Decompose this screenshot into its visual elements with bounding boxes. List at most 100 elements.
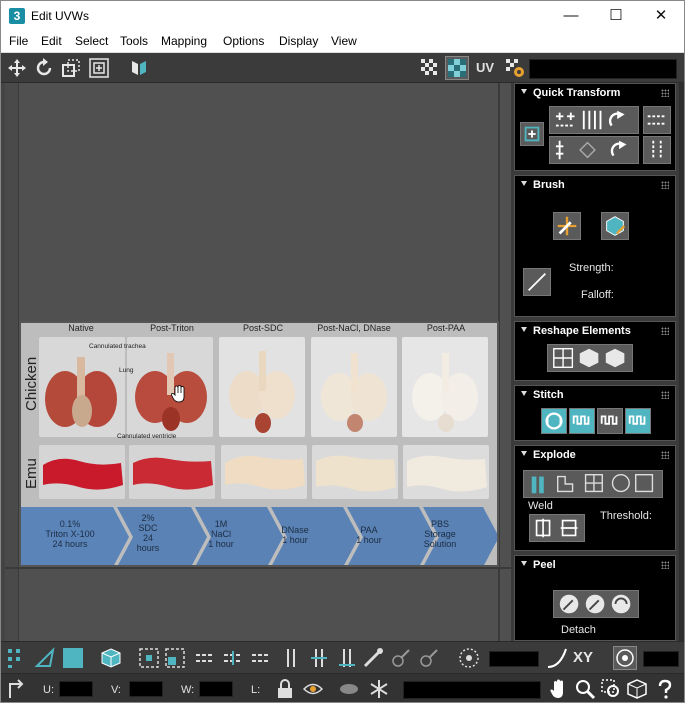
menu-tools[interactable]: Tools [120, 34, 148, 48]
process-step: PBS Storage Solution [423, 519, 457, 549]
collapse-arrow-icon[interactable] [521, 327, 527, 332]
help-icon[interactable] [653, 677, 677, 701]
collapse-arrow-icon[interactable] [521, 181, 527, 186]
edge-mode-icon[interactable] [33, 646, 57, 670]
rotate-icon[interactable] [32, 56, 56, 80]
close-button[interactable]: ✕ [638, 1, 684, 31]
rollout-title[interactable]: Quick Transform [533, 87, 620, 99]
brush-falloff-curve-button[interactable] [523, 268, 551, 296]
stitch-to-source-button[interactable] [569, 408, 595, 434]
relax-brush-button[interactable] [601, 212, 629, 240]
falloff-limit-field[interactable] [643, 651, 679, 667]
weld-buttons[interactable] [529, 514, 585, 542]
align-row-2-button[interactable] [549, 136, 639, 164]
vertical-loop-icon[interactable] [307, 646, 331, 670]
stitch-custom-button[interactable] [541, 408, 567, 434]
grip-icon[interactable] [661, 327, 669, 335]
grip-icon[interactable] [661, 451, 669, 459]
uv-settings-icon[interactable] [503, 56, 527, 80]
move-icon[interactable] [5, 56, 29, 80]
mirror-icon[interactable] [127, 56, 151, 80]
photo-chicken-post-sdc [219, 337, 305, 437]
soft-selection-icon[interactable] [457, 646, 481, 670]
eye-icon[interactable] [301, 677, 325, 701]
falloff-curve-icon[interactable] [545, 646, 569, 670]
falloff-space-icon[interactable] [613, 646, 637, 670]
falloff-value-field[interactable] [489, 651, 539, 667]
edit-uvws-window: 3 Edit UVWs — ☐ ✕ File Edit Select Tools… [0, 0, 685, 703]
reshape-tools-button[interactable] [547, 344, 633, 372]
collapse-arrow-icon[interactable] [521, 451, 527, 456]
paint-shrink-icon[interactable] [417, 646, 441, 670]
edge-ring-icon[interactable] [335, 646, 359, 670]
align-center-button[interactable] [520, 122, 544, 146]
peel-tools-button[interactable] [553, 590, 639, 618]
collapse-arrow-icon[interactable] [521, 391, 527, 396]
paint-grow-icon[interactable] [389, 646, 413, 670]
map-selector-field[interactable] [529, 59, 677, 79]
scale-icon[interactable] [59, 56, 83, 80]
checker-pattern-icon[interactable] [418, 56, 442, 80]
menu-options[interactable]: Options [223, 34, 264, 48]
collapse-arrow-icon[interactable] [521, 561, 527, 566]
stitch-to-target-button[interactable] [625, 408, 651, 434]
v-coordinate-field[interactable] [129, 681, 163, 697]
loop-select-icon[interactable] [221, 646, 245, 670]
rollout-title[interactable]: Peel [533, 559, 556, 571]
grip-icon[interactable] [661, 89, 669, 97]
w-label: W: [181, 684, 195, 696]
u-coordinate-field[interactable] [59, 681, 93, 697]
ring-select-icon[interactable] [193, 646, 217, 670]
texture-checker-icon[interactable] [445, 56, 469, 80]
process-step: 0.1% Triton X-100 24 hours [45, 519, 95, 549]
grip-icon[interactable] [661, 561, 669, 569]
zoom-icon[interactable] [573, 677, 597, 701]
panel-scrollbar[interactable] [679, 83, 684, 641]
uv-label[interactable]: UV [476, 60, 494, 75]
spacing-vertical-button[interactable] [643, 136, 671, 164]
hide-icon[interactable] [337, 677, 361, 701]
element-mode-icon[interactable] [99, 646, 123, 670]
select-shrink-icon[interactable] [163, 646, 187, 670]
grip-icon[interactable] [661, 181, 669, 189]
menu-mapping[interactable]: Mapping [161, 34, 207, 48]
rollout-title[interactable]: Reshape Elements [533, 325, 631, 337]
w-coordinate-field[interactable] [199, 681, 233, 697]
freeform-icon[interactable] [87, 56, 111, 80]
grip-icon[interactable] [661, 391, 669, 399]
paint-move-button[interactable] [553, 212, 581, 240]
stitch-average-button[interactable] [597, 408, 623, 434]
spacing-horizontal-button[interactable] [643, 106, 671, 134]
process-step: DNase 1 hour [281, 525, 309, 545]
pan-hand-icon[interactable] [547, 677, 571, 701]
process-step: 2% SDC 24 hours [136, 513, 160, 553]
menu-view[interactable]: View [331, 34, 357, 48]
face-mode-icon[interactable] [61, 646, 85, 670]
explode-tools-button[interactable] [523, 470, 663, 498]
menu-edit[interactable]: Edit [41, 34, 62, 48]
rollout-title[interactable]: Brush [533, 179, 565, 191]
select-grow-icon[interactable] [137, 646, 161, 670]
menu-display[interactable]: Display [279, 34, 318, 48]
paint-select-icon[interactable] [361, 646, 385, 670]
minimize-button[interactable]: — [548, 1, 594, 31]
edge-loop-icon[interactable] [249, 646, 273, 670]
photo-chicken-post-paa [402, 337, 488, 437]
align-row-1-button[interactable] [549, 106, 639, 134]
maximize-button[interactable]: ☐ [593, 1, 639, 31]
brush-rollout: Brush Strength: Falloff: [514, 175, 676, 317]
zoom-region-icon[interactable] [599, 677, 623, 701]
menu-file[interactable]: File [9, 34, 28, 48]
freeze-snowflake-icon[interactable] [367, 677, 391, 701]
absolute-mode-icon[interactable] [5, 677, 29, 701]
vertex-mode-icon[interactable] [5, 646, 29, 670]
menu-select[interactable]: Select [75, 34, 108, 48]
rollout-title[interactable]: Explode [533, 449, 576, 461]
selection-set-field[interactable] [403, 681, 541, 699]
vertical-edge-icon[interactable] [279, 646, 303, 670]
xy-axis-toggle[interactable]: XY [573, 649, 593, 666]
collapse-arrow-icon[interactable] [521, 89, 527, 94]
rollout-title[interactable]: Stitch [533, 389, 564, 401]
zoom-extents-icon[interactable] [625, 677, 649, 701]
lock-icon[interactable] [273, 677, 297, 701]
